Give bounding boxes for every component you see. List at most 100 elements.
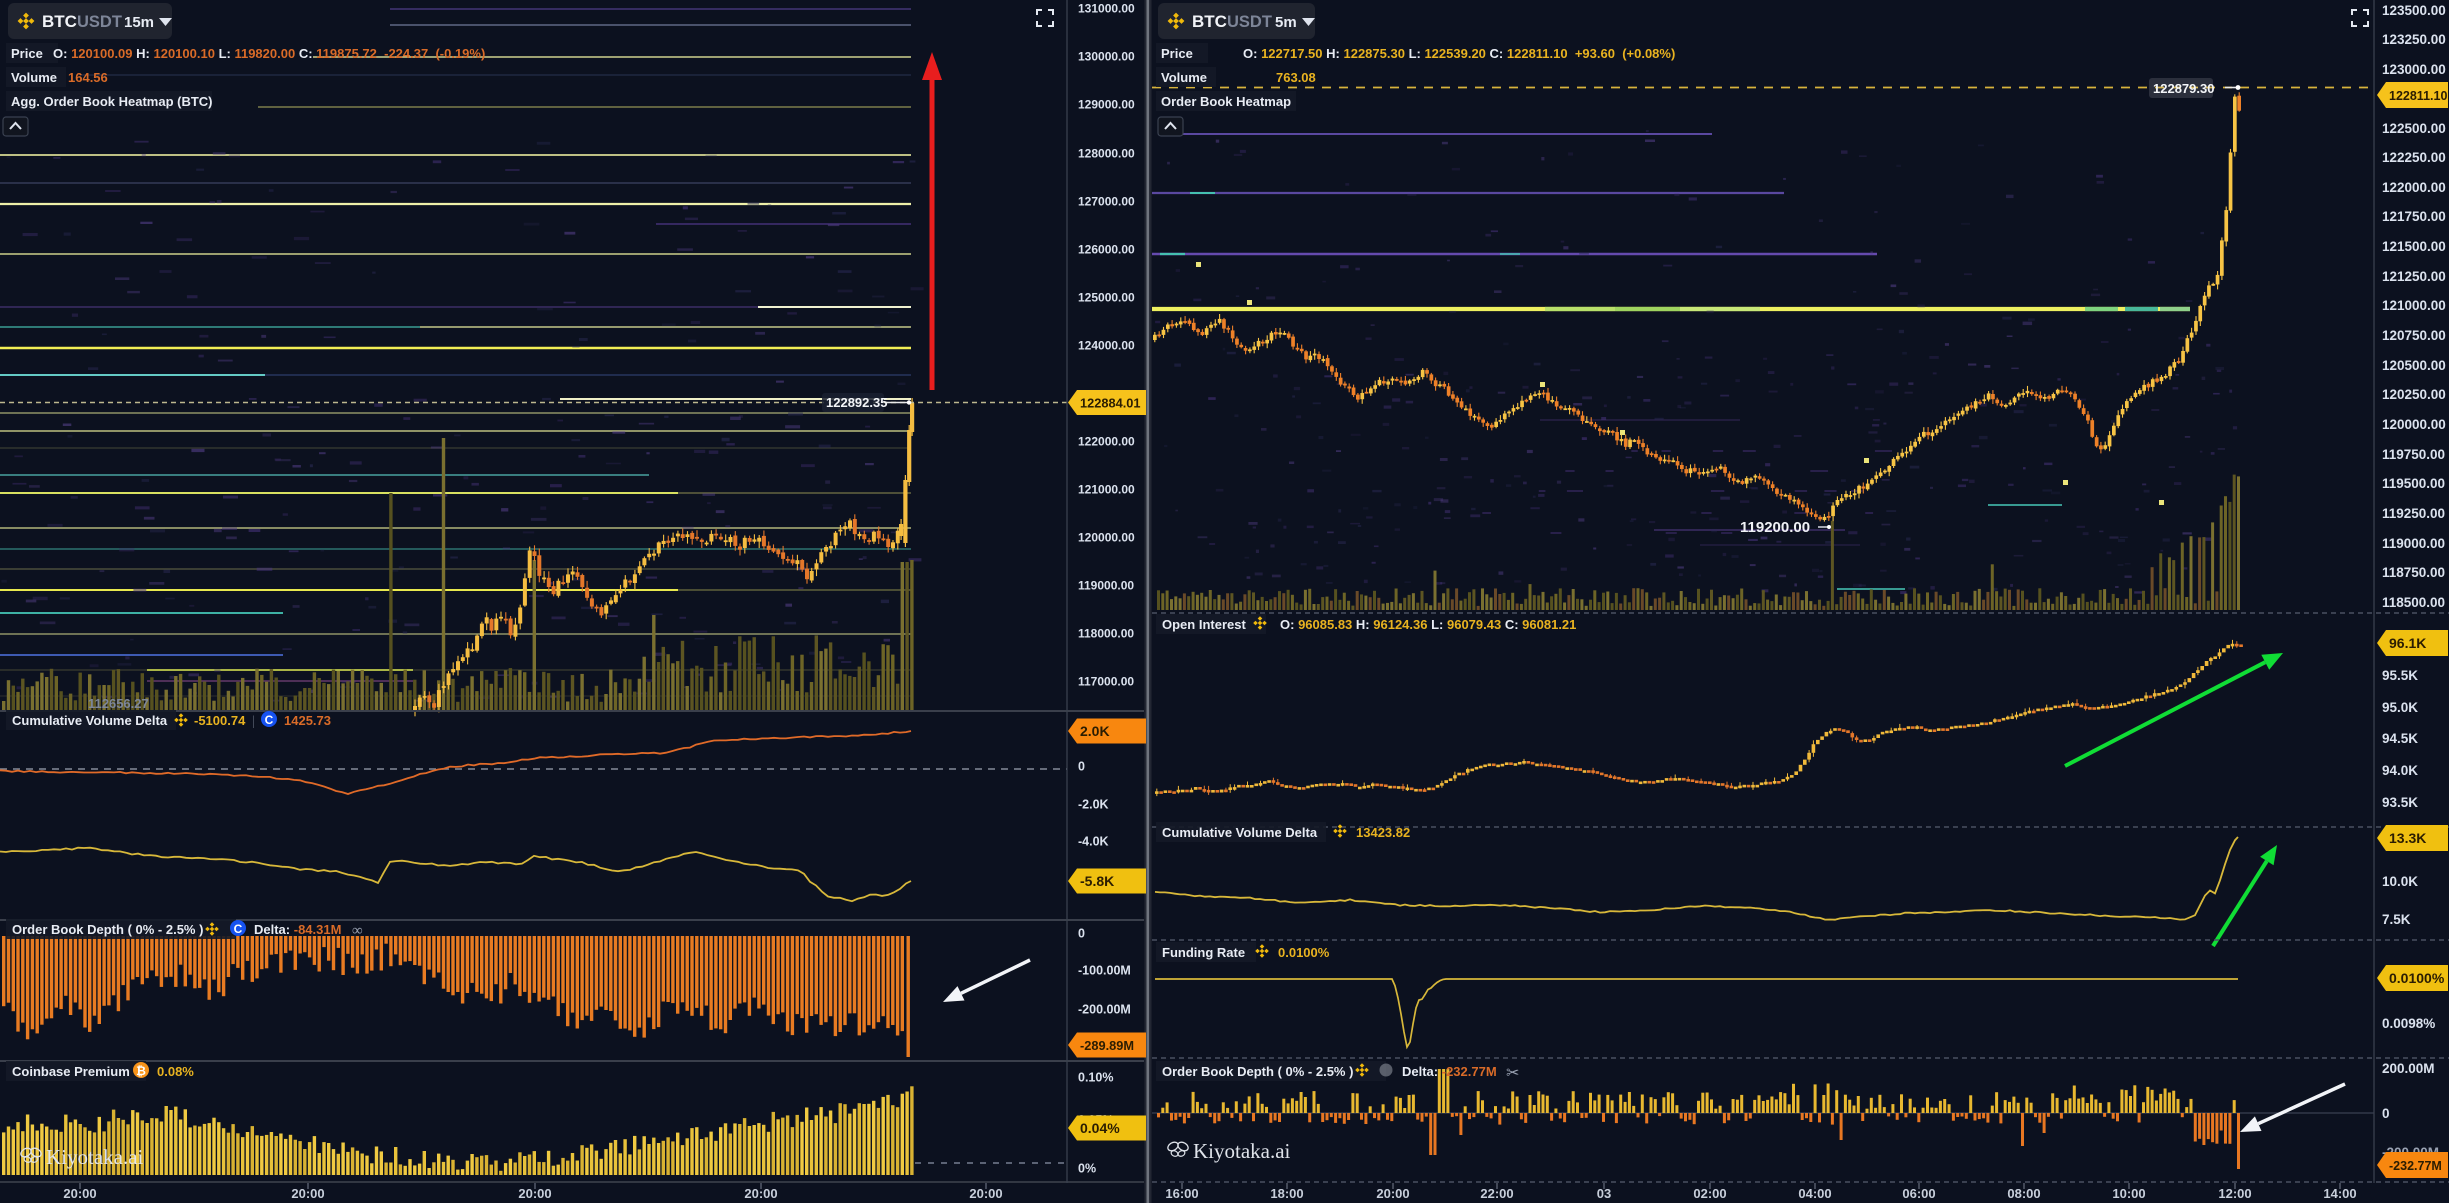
svg-text:129000.00: 129000.00 [1078, 98, 1135, 112]
svg-text:Cumulative Volume Delta: Cumulative Volume Delta [12, 713, 168, 728]
svg-text:15m: 15m [124, 14, 154, 31]
svg-text:122879.30: 122879.30 [2153, 81, 2214, 96]
svg-text:-4.0K: -4.0K [1078, 835, 1109, 849]
svg-text:0.0100%: 0.0100% [2389, 970, 2445, 986]
svg-text:120250.00: 120250.00 [2382, 387, 2446, 402]
svg-text:Open Interest: Open Interest [1162, 617, 1246, 632]
svg-text:O: 122717.50 H: 122875.30 L: 1: O: 122717.50 H: 122875.30 L: 122539.20 C… [1243, 46, 1675, 61]
svg-text:200.00M: 200.00M [2382, 1061, 2435, 1076]
svg-text:03: 03 [1597, 1186, 1611, 1201]
svg-text:119000.00: 119000.00 [1078, 579, 1134, 593]
svg-text:04:00: 04:00 [1798, 1186, 1831, 1201]
svg-text:7.5K: 7.5K [2382, 912, 2411, 927]
svg-text:122892.35: 122892.35 [826, 395, 887, 410]
svg-text:123250.00: 123250.00 [2382, 32, 2446, 47]
svg-text:O: 96085.83 H: 96124.36 L: 960: O: 96085.83 H: 96124.36 L: 96079.43 C: 9… [1280, 617, 1576, 632]
svg-text:-100.00M: -100.00M [1078, 964, 1131, 978]
svg-text:Funding Rate: Funding Rate [1162, 945, 1245, 960]
svg-text:0.0100%: 0.0100% [1278, 945, 1330, 960]
svg-text:08:00: 08:00 [2007, 1186, 2040, 1201]
svg-text:122250.00: 122250.00 [2382, 150, 2446, 165]
svg-text:122811.10: 122811.10 [2389, 89, 2447, 103]
svg-text:-5.8K: -5.8K [1080, 873, 1114, 889]
svg-text:Coinbase Premium: Coinbase Premium [12, 1064, 130, 1079]
svg-text:Volume: Volume [1161, 70, 1207, 85]
svg-text:122884.01: 122884.01 [1080, 396, 1141, 411]
svg-text:18:00: 18:00 [1270, 1186, 1303, 1201]
svg-text:5m: 5m [1275, 14, 1297, 31]
svg-text:20:00: 20:00 [291, 1186, 324, 1201]
svg-text:119750.00: 119750.00 [2382, 447, 2445, 462]
svg-text:121000.00: 121000.00 [1078, 483, 1135, 497]
svg-text:119000.00: 119000.00 [2382, 536, 2445, 551]
svg-text:164.56: 164.56 [68, 70, 108, 85]
svg-text:10.0K: 10.0K [2382, 874, 2418, 889]
svg-text:93.5K: 93.5K [2382, 795, 2418, 810]
svg-text:95.5K: 95.5K [2382, 668, 2418, 683]
svg-text:0.0098%: 0.0098% [2382, 1016, 2435, 1031]
svg-text:USDT: USDT [77, 13, 122, 31]
svg-text:127000.00: 127000.00 [1078, 195, 1135, 209]
svg-text:BTC: BTC [1192, 12, 1227, 31]
svg-text:22:00: 22:00 [1480, 1186, 1513, 1201]
svg-text:120500.00: 120500.00 [2382, 358, 2446, 373]
svg-text:-2.0K: -2.0K [1078, 798, 1109, 812]
svg-text:20:00: 20:00 [1376, 1186, 1409, 1201]
svg-text:0: 0 [2382, 1106, 2390, 1121]
svg-text:|: | [252, 714, 255, 729]
svg-text:16:00: 16:00 [1165, 1186, 1198, 1201]
svg-text:✂: ✂ [1506, 1065, 1519, 1082]
svg-text:-200.00M: -200.00M [1078, 1003, 1131, 1017]
svg-text:-5100.74: -5100.74 [194, 713, 246, 728]
svg-text:Kiyotaka.ai: Kiyotaka.ai [46, 1145, 144, 1169]
svg-text:131000.00: 131000.00 [1078, 2, 1135, 16]
svg-text:Volume: Volume [11, 70, 57, 85]
svg-text:-232.77M: -232.77M [2389, 1159, 2442, 1173]
svg-text:96.1K: 96.1K [2389, 635, 2426, 651]
svg-text:120750.00: 120750.00 [2382, 328, 2446, 343]
svg-text:121000.00: 121000.00 [2382, 298, 2446, 313]
svg-text:USDT: USDT [1227, 13, 1272, 31]
svg-text:02:00: 02:00 [1693, 1186, 1726, 1201]
svg-text:Price: Price [11, 46, 43, 61]
svg-text:C: C [265, 713, 274, 727]
svg-text:118000.00: 118000.00 [1078, 627, 1134, 641]
svg-text:112656.27: 112656.27 [88, 696, 149, 711]
svg-text:14:00: 14:00 [2323, 1186, 2356, 1201]
svg-text:121500.00: 121500.00 [2382, 239, 2446, 254]
svg-text:763.08: 763.08 [1276, 70, 1316, 85]
svg-text:Price: Price [1161, 46, 1193, 61]
svg-text:13.3K: 13.3K [2389, 830, 2426, 846]
svg-text:Delta: -232.77M: Delta: -232.77M [1402, 1064, 1497, 1079]
svg-text:10:00: 10:00 [2112, 1186, 2145, 1201]
svg-text:12:00: 12:00 [2218, 1186, 2251, 1201]
svg-text:Order Book Depth ( 0% - 2.5% ): Order Book Depth ( 0% - 2.5% ) [1162, 1064, 1353, 1079]
svg-text:2.0K: 2.0K [1080, 723, 1110, 739]
svg-text:118750.00: 118750.00 [2382, 565, 2445, 580]
svg-text:Order Book Depth ( 0% - 2.5% ): Order Book Depth ( 0% - 2.5% ) [12, 922, 203, 937]
svg-text:130000.00: 130000.00 [1078, 50, 1135, 64]
svg-text:0: 0 [1078, 927, 1085, 941]
svg-text:125000.00: 125000.00 [1078, 291, 1135, 305]
svg-text:Agg. Order Book Heatmap (BTC): Agg. Order Book Heatmap (BTC) [11, 94, 213, 109]
svg-text:119500.00: 119500.00 [2382, 476, 2445, 491]
svg-text:94.0K: 94.0K [2382, 763, 2418, 778]
svg-text:-289.89M: -289.89M [1080, 1038, 1134, 1053]
svg-text:122500.00: 122500.00 [2382, 121, 2446, 136]
svg-text:123000.00: 123000.00 [2382, 62, 2446, 77]
svg-text:124000.00: 124000.00 [1078, 339, 1135, 353]
svg-text:20:00: 20:00 [969, 1186, 1002, 1201]
svg-text:20:00: 20:00 [63, 1186, 96, 1201]
svg-text:0.10%: 0.10% [1078, 1071, 1113, 1085]
svg-text:0.08%: 0.08% [157, 1064, 194, 1079]
svg-text:123500.00: 123500.00 [2382, 3, 2446, 18]
svg-text:Kiyotaka.ai: Kiyotaka.ai [1193, 1139, 1291, 1163]
svg-text:06:00: 06:00 [1902, 1186, 1935, 1201]
svg-text:119250.00: 119250.00 [2382, 506, 2445, 521]
svg-text:1425.73: 1425.73 [284, 713, 331, 728]
svg-text:121250.00: 121250.00 [2382, 269, 2446, 284]
svg-text:118500.00: 118500.00 [2382, 595, 2445, 610]
svg-text:₿: ₿ [136, 1064, 146, 1078]
svg-text:20:00: 20:00 [744, 1186, 777, 1201]
svg-text:122000.00: 122000.00 [2382, 180, 2446, 195]
